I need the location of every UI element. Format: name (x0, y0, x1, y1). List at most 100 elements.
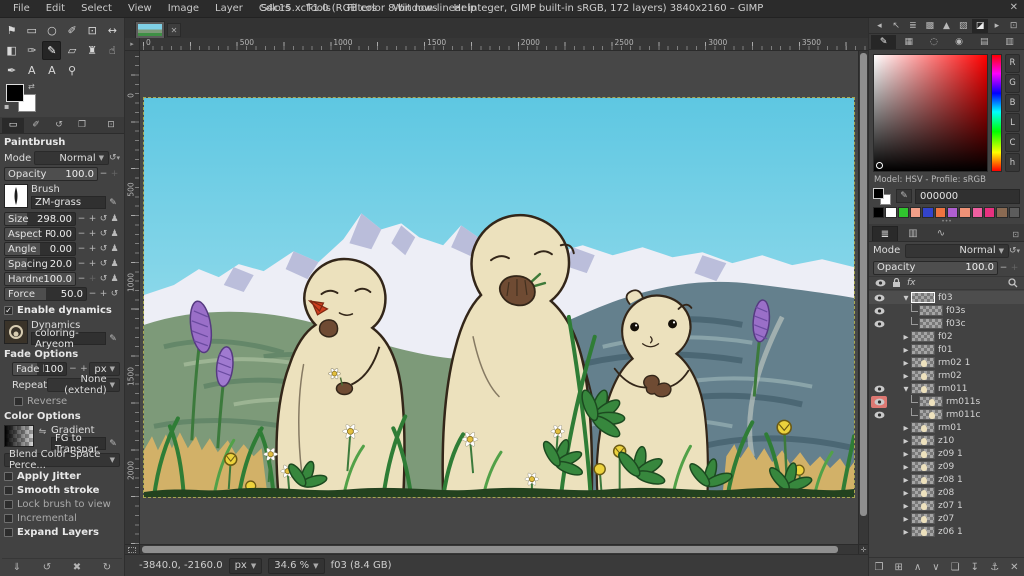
visibility-toggle[interactable] (871, 487, 887, 499)
new-group-button[interactable]: ⊞ (895, 562, 903, 573)
layer-thumbnail[interactable] (911, 435, 935, 446)
mode-switch-icon[interactable]: ↺▾ (109, 152, 120, 165)
edit-dynamics-icon[interactable]: ✎ (106, 332, 120, 345)
menu-file[interactable]: File (6, 1, 37, 16)
cursor-dialog-icon[interactable]: ▲ (938, 19, 955, 33)
size-slider[interactable]: Size 298.00 (4, 212, 76, 226)
wheel-selector-tab[interactable]: ◉ (947, 35, 972, 49)
link-to-brush-icon[interactable]: ♟ (109, 213, 120, 226)
clone-tool[interactable]: ♜ (83, 41, 102, 60)
decrease-button[interactable]: − (76, 213, 87, 226)
zoom-tool[interactable]: ⚲ (62, 61, 81, 80)
eye-icon[interactable] (875, 279, 886, 287)
layer-name[interactable]: rm011c (946, 410, 980, 420)
palette-swatch[interactable] (972, 207, 983, 218)
layer-name[interactable]: z08 1 (938, 475, 963, 485)
reset-icon[interactable]: ↺ (98, 213, 109, 226)
layer-thumbnail[interactable] (911, 357, 935, 368)
menu-windows[interactable]: Windows (386, 1, 445, 16)
checkbox-row-apply-jitter[interactable]: Apply Jitter (4, 470, 120, 482)
zoom-dropdown[interactable]: 34.6 %▼ (268, 558, 324, 574)
dynamics-name-field[interactable]: coloring-Aryeom (31, 332, 106, 345)
vertical-ruler[interactable]: 0500100015002000 (125, 51, 140, 544)
layer-row[interactable]: ▶ f02 (869, 330, 1024, 343)
delete-layer-button[interactable]: ✕ (1010, 562, 1018, 573)
layer-row[interactable]: ▶ z07 (869, 512, 1024, 525)
link-to-brush-icon[interactable]: ♟ (109, 273, 120, 286)
expander-icon[interactable]: ▶ (901, 424, 911, 432)
expander-icon[interactable]: ▼ (901, 294, 911, 302)
blend-space-dropdown[interactable]: Blend Color Space Perce... ▼ (4, 453, 120, 467)
palette-swatch[interactable] (947, 207, 958, 218)
layer-row[interactable]: ▶ z08 1 (869, 473, 1024, 486)
search-icon[interactable] (1008, 278, 1018, 288)
menu-tools[interactable]: Tools (299, 1, 338, 16)
channel-button-L[interactable]: L (1005, 113, 1020, 132)
layer-row[interactable]: f03c (869, 317, 1024, 330)
layer-row[interactable]: ▶ rm02 1 (869, 356, 1024, 369)
reverse-checkbox[interactable] (14, 397, 23, 406)
decrease-button[interactable]: − (76, 243, 87, 256)
link-to-brush-icon[interactable]: ♟ (109, 258, 120, 271)
paint-mode-dropdown[interactable]: Normal ▼ (34, 151, 109, 165)
repeat-dropdown[interactable]: None (extend) ▼ (47, 378, 120, 392)
aspect-ratio-slider[interactable]: Aspect Ratio 0.00 (4, 227, 76, 241)
foreground-color-swatch[interactable] (6, 84, 24, 102)
dynamics-preview[interactable] (4, 320, 28, 344)
layer-thumbnail[interactable] (919, 318, 943, 329)
rectangle-select-tool[interactable]: ▭ (22, 21, 41, 40)
mini-fg-bg-swatches[interactable] (873, 188, 893, 205)
layer-row[interactable]: ▶ z10 (869, 434, 1024, 447)
brush-name-field[interactable]: ZM-grass (31, 196, 106, 209)
cmyk-selector-tab[interactable]: ▦ (896, 35, 921, 49)
watercolor-selector-tab[interactable]: ◌ (921, 35, 946, 49)
mini-foreground-swatch[interactable] (873, 188, 884, 199)
visibility-eye-icon[interactable] (871, 383, 887, 395)
expander-icon[interactable]: ▶ (901, 346, 911, 354)
layer-thumbnail[interactable] (911, 474, 935, 485)
palette-swatch[interactable] (910, 207, 921, 218)
checkbox[interactable] (4, 486, 13, 495)
save-tool-preset-button[interactable]: ⇓ (13, 562, 21, 573)
layer-name[interactable]: rm01 (938, 423, 962, 433)
menu-view[interactable]: View (121, 1, 159, 16)
text-along-path-tool[interactable]: A (42, 61, 61, 80)
saturation-value-square[interactable] (873, 54, 988, 172)
scroll-right-icon[interactable]: ▸ (988, 19, 1005, 33)
palette-swatch[interactable] (898, 207, 909, 218)
layer-thumbnail[interactable] (911, 422, 935, 433)
palette-swatch[interactable] (922, 207, 933, 218)
layer-thumbnail[interactable] (911, 513, 935, 524)
opacity-slider[interactable]: Opacity 100.0 (4, 167, 98, 181)
layers-menu-icon[interactable]: ⊡ (1012, 230, 1021, 241)
layer-thumbnail[interactable] (919, 409, 943, 420)
visibility-eye-icon[interactable] (871, 292, 887, 304)
visibility-toggle[interactable] (871, 500, 887, 512)
free-select-tool[interactable]: ○ (42, 21, 61, 40)
patterns-dialog-icon[interactable]: ▩ (921, 19, 938, 33)
layer-row[interactable]: f03s (869, 304, 1024, 317)
enable-dynamics-checkbox[interactable]: ✓ (4, 306, 13, 315)
menu-image[interactable]: Image (161, 1, 206, 16)
reverse-row[interactable]: Reverse (14, 395, 120, 407)
layer-opacity-slider[interactable]: Opacity 100.0 (873, 261, 998, 275)
reset-icon[interactable]: ↺ (98, 273, 109, 286)
device-status-tab[interactable]: ✐ (25, 118, 47, 133)
hex-color-input[interactable]: 000000 (915, 189, 1020, 204)
visibility-eye-icon[interactable] (871, 409, 887, 421)
expander-icon[interactable]: ▼ (901, 385, 911, 393)
pen-tool[interactable]: ✒ (2, 61, 21, 80)
layer-row[interactable]: rm011s (869, 395, 1024, 408)
tool-options-tab[interactable]: ▭ (2, 118, 24, 133)
ink-tool[interactable]: ✑ (22, 41, 41, 60)
layer-name[interactable]: f03s (946, 306, 965, 316)
lower-layer-button[interactable]: ∨ (932, 562, 939, 573)
layer-name[interactable]: f02 (938, 332, 953, 342)
visibility-toggle[interactable] (871, 448, 887, 460)
lock-icon[interactable] (892, 278, 901, 288)
checkbox-row-lock-brush-to-view[interactable]: Lock brush to view (4, 498, 120, 510)
visibility-toggle[interactable] (871, 331, 887, 343)
dock-menu-icon[interactable]: ⊡ (1005, 19, 1022, 33)
layer-name[interactable]: z06 1 (938, 527, 963, 537)
visibility-eye-icon[interactable] (871, 396, 887, 408)
